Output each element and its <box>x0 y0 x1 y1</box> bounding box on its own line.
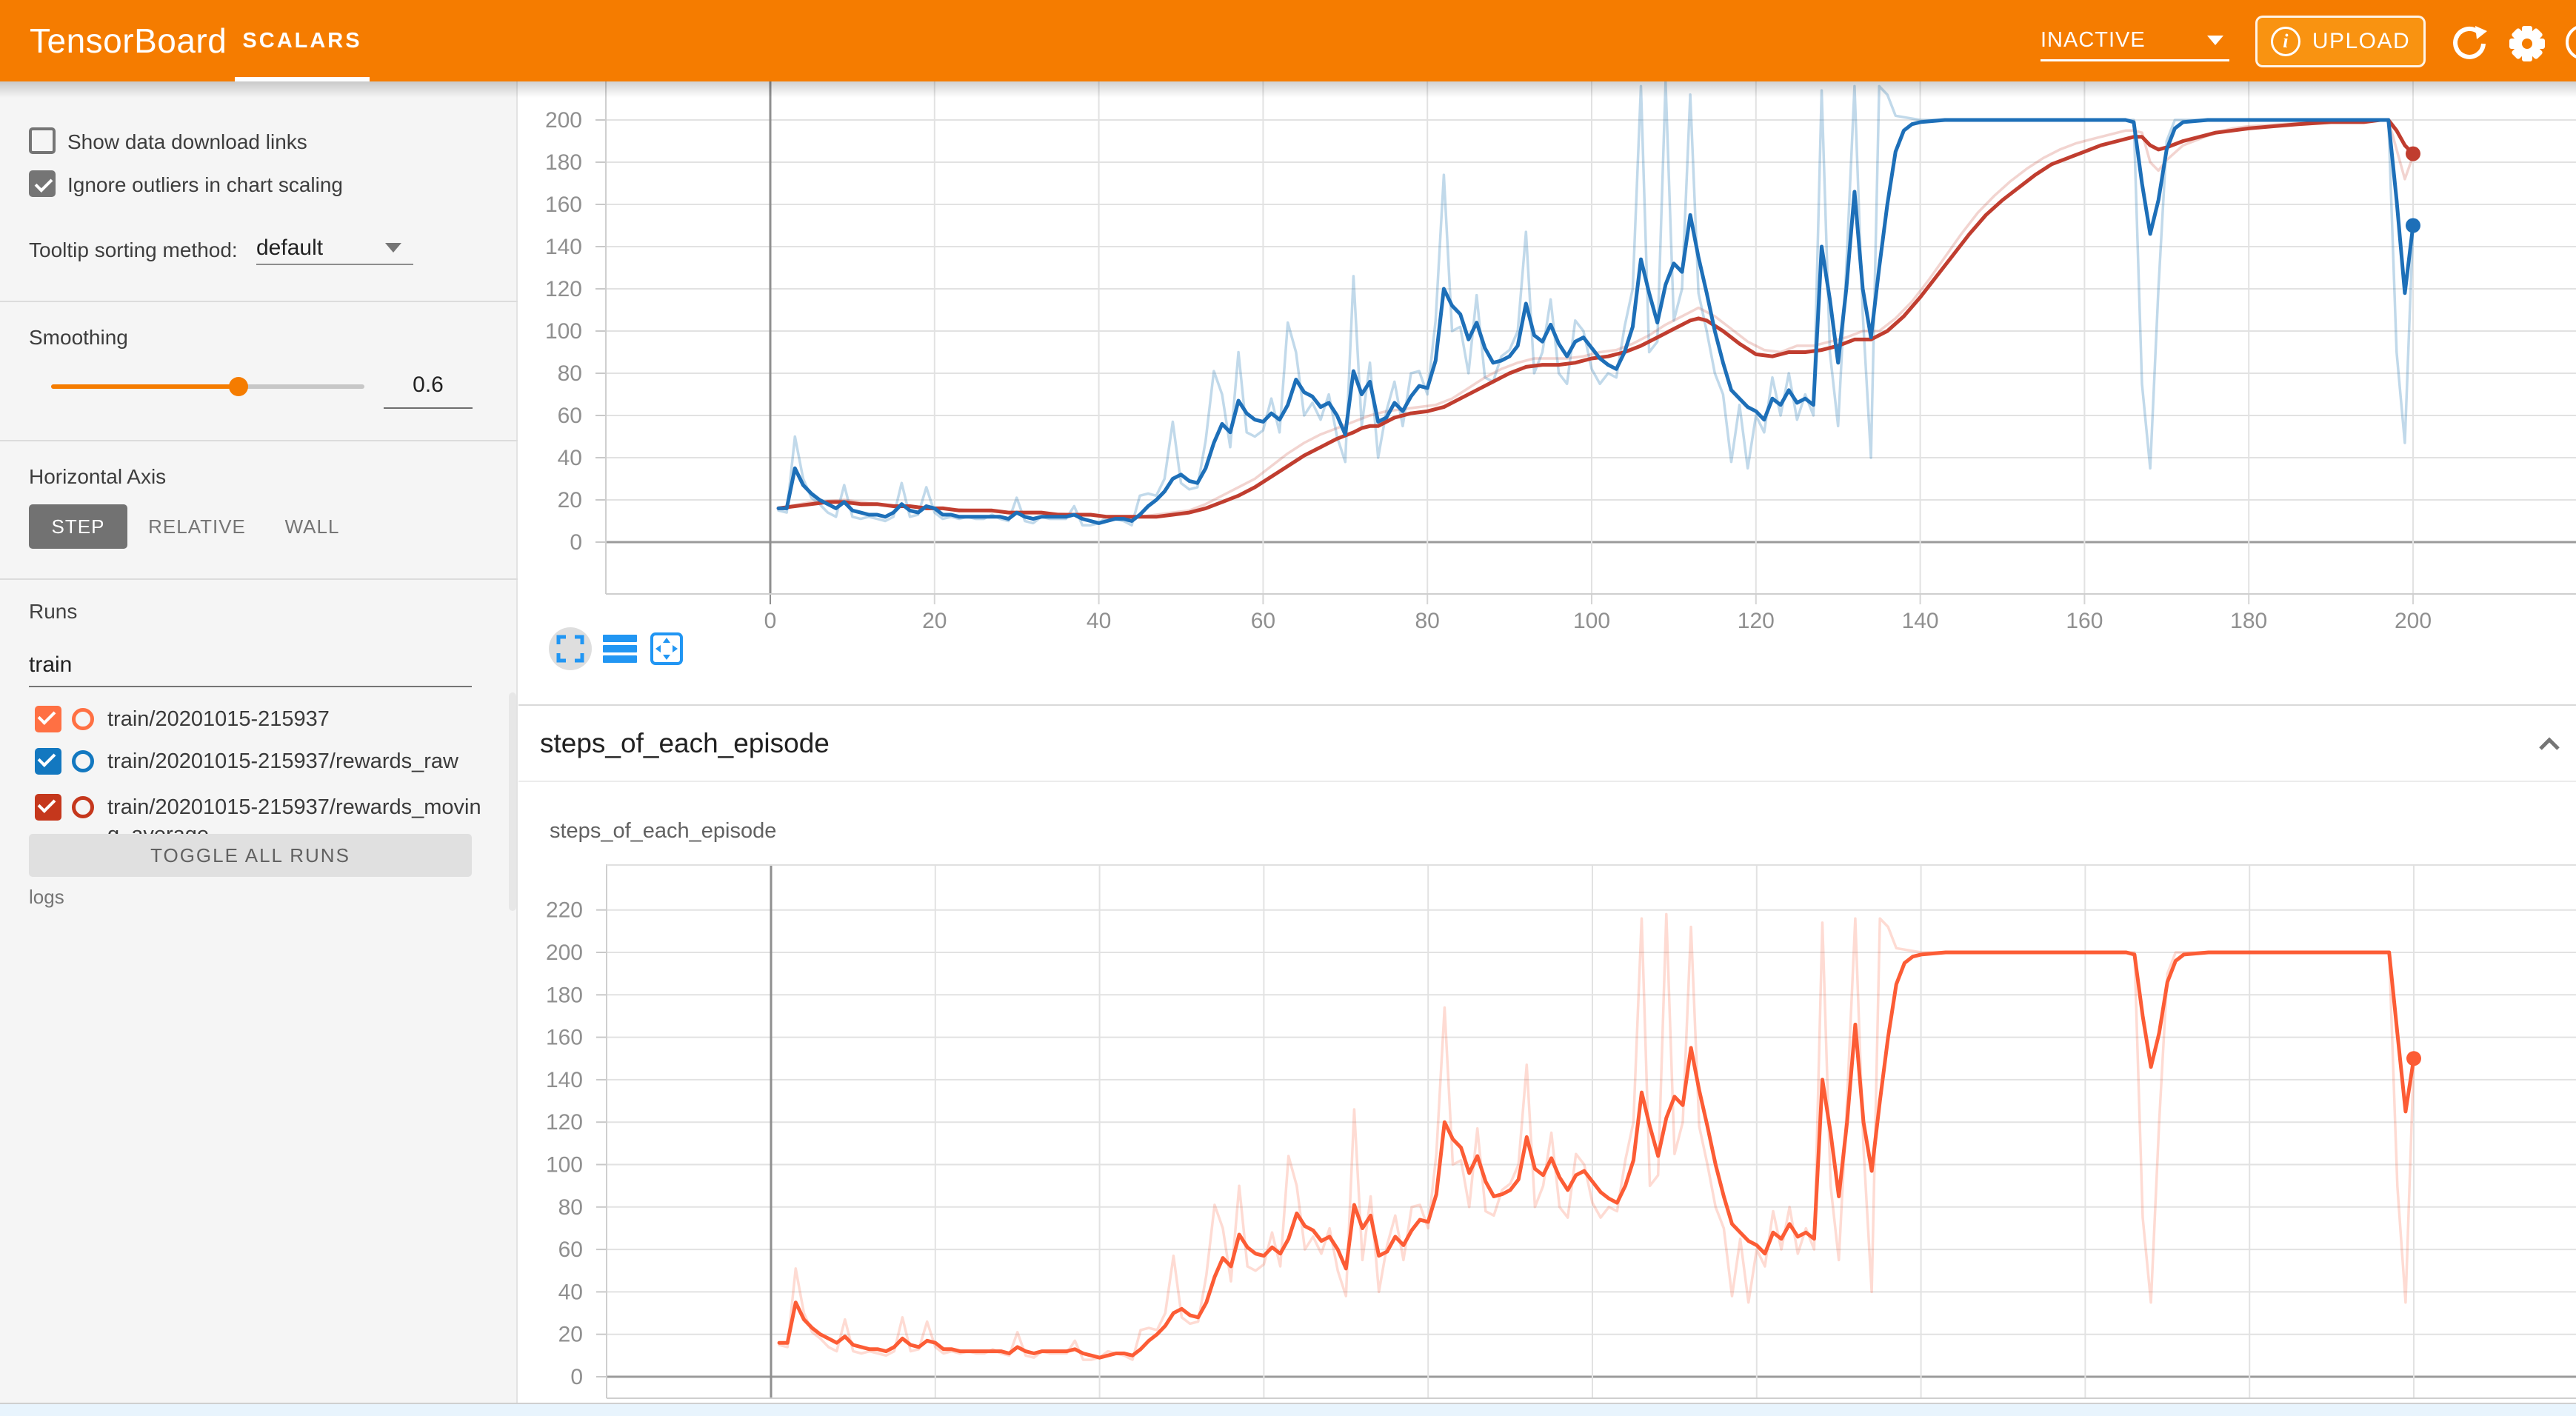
smoothing-value-field[interactable]: 0.6 <box>384 373 473 398</box>
svg-text:40: 40 <box>1087 609 1111 633</box>
settings-sidebar: Show data download links Ignore outliers… <box>0 81 518 1404</box>
svg-text:100: 100 <box>1573 609 1610 633</box>
tooltip-sorting-label: Tooltip sorting method: <box>29 238 238 262</box>
svg-text:0: 0 <box>570 1365 583 1389</box>
svg-text:60: 60 <box>558 1238 583 1262</box>
show-download-links-checkbox[interactable] <box>29 127 56 154</box>
svg-text:60: 60 <box>1251 609 1275 633</box>
info-icon: i <box>2271 27 2300 56</box>
svg-text:40: 40 <box>558 446 582 470</box>
svg-text:200: 200 <box>2395 609 2432 633</box>
tab-scalars-label: SCALARS <box>242 29 361 53</box>
smoothing-slider-fill <box>51 384 238 389</box>
horizontal-scrollbar[interactable] <box>0 1404 2576 1416</box>
smoothing-value-underline <box>384 407 473 409</box>
run-filter-input[interactable] <box>29 644 472 687</box>
run-checkbox[interactable] <box>35 794 61 821</box>
svg-text:100: 100 <box>546 1153 583 1178</box>
tooltip-sorting-select[interactable]: default <box>256 236 323 261</box>
gear-icon[interactable] <box>2508 24 2546 63</box>
fit-domain-icon[interactable] <box>650 632 684 666</box>
run-label: train/20201015-215937 <box>107 706 481 733</box>
svg-text:100: 100 <box>545 319 582 344</box>
active-tab-underline <box>235 77 370 81</box>
rewards-chart[interactable]: 0 20 40 60 80 100 120 140 160 180 200 0 20 40 60 80 100 1… <box>518 81 2576 705</box>
run-color-swatch <box>72 796 94 818</box>
svg-text:160: 160 <box>2066 609 2103 633</box>
svg-text:180: 180 <box>545 150 582 175</box>
axis-step-button[interactable]: STEP <box>29 504 127 549</box>
svg-text:200: 200 <box>546 941 583 965</box>
run-label: train/20201015-215937/rewards_raw <box>107 748 481 775</box>
divider <box>0 440 518 441</box>
sidebar-scrollbar[interactable] <box>509 692 516 911</box>
svg-text:140: 140 <box>1902 609 1939 633</box>
app-logo: TensorBoard <box>30 0 227 81</box>
help-icon[interactable] <box>2566 24 2576 60</box>
tag-section-header[interactable]: steps_of_each_episode <box>518 704 2576 782</box>
ignore-outliers-label: Ignore outliers in chart scaling <box>67 173 343 197</box>
axis-wall-button[interactable]: WALL <box>270 504 355 549</box>
svg-text:120: 120 <box>546 1110 583 1135</box>
ignore-outliers-checkbox[interactable] <box>29 170 56 197</box>
svg-text:180: 180 <box>2230 609 2267 633</box>
svg-text:0: 0 <box>764 609 777 633</box>
svg-text:0: 0 <box>570 530 582 555</box>
run-checkbox[interactable] <box>35 706 61 732</box>
smoothing-label: Smoothing <box>29 326 128 350</box>
chevron-down-icon[interactable] <box>385 243 401 253</box>
chevron-down-icon <box>2207 36 2223 45</box>
toggle-all-runs-button[interactable]: TOGGLE ALL RUNS <box>29 834 472 877</box>
svg-text:40: 40 <box>558 1280 583 1304</box>
run-checkbox[interactable] <box>35 748 61 775</box>
svg-text:160: 160 <box>546 1026 583 1050</box>
svg-text:180: 180 <box>546 983 583 1007</box>
runs-title: Runs <box>29 600 77 624</box>
tag-section-title: steps_of_each_episode <box>540 728 830 759</box>
steps-chart[interactable]: 0 20 40 60 80 100 120 140 160 180 200 220 <box>518 864 2576 1403</box>
svg-text:80: 80 <box>558 361 582 386</box>
logs-label: logs <box>29 886 64 909</box>
svg-text:120: 120 <box>545 277 582 301</box>
axis-relative-button[interactable]: RELATIVE <box>145 504 249 549</box>
data-table-icon[interactable] <box>603 634 637 664</box>
svg-text:140: 140 <box>546 1068 583 1092</box>
svg-text:20: 20 <box>558 1323 583 1347</box>
chart-card-title: steps_of_each_episode <box>550 819 776 844</box>
smoothing-slider-thumb[interactable] <box>229 377 248 396</box>
smoothing-slider[interactable] <box>51 384 364 389</box>
svg-text:140: 140 <box>545 235 582 259</box>
svg-text:80: 80 <box>558 1195 583 1220</box>
tensorboard-app: TensorBoard SCALARS INACTIVE i UPLOAD <box>0 0 2576 1416</box>
status-dropdown-value: INACTIVE <box>2041 28 2146 53</box>
tooltip-sorting-underline <box>256 264 413 265</box>
svg-text:20: 20 <box>922 609 947 633</box>
svg-text:120: 120 <box>1738 609 1775 633</box>
run-color-swatch <box>72 708 94 730</box>
upload-button[interactable]: i UPLOAD <box>2255 16 2426 67</box>
svg-text:60: 60 <box>558 404 582 428</box>
divider <box>0 578 518 580</box>
status-dropdown[interactable]: INACTIVE <box>2041 0 2229 81</box>
collapse-chevron-icon[interactable] <box>2536 731 2563 758</box>
svg-text:80: 80 <box>1415 609 1440 633</box>
svg-text:160: 160 <box>545 193 582 217</box>
expand-chart-icon[interactable] <box>556 635 584 663</box>
tab-scalars[interactable]: SCALARS <box>235 0 370 81</box>
run-color-swatch <box>72 750 94 772</box>
status-dropdown-underline <box>2041 59 2229 61</box>
refresh-icon[interactable] <box>2450 24 2489 63</box>
app-header: TensorBoard SCALARS INACTIVE i UPLOAD <box>0 0 2576 81</box>
divider <box>0 301 518 302</box>
show-download-links-label: Show data download links <box>67 130 307 154</box>
svg-text:220: 220 <box>546 898 583 923</box>
svg-text:200: 200 <box>545 108 582 133</box>
horizontal-axis-label: Horizontal Axis <box>29 465 166 489</box>
svg-text:20: 20 <box>558 488 582 512</box>
upload-button-label: UPLOAD <box>2312 29 2410 54</box>
